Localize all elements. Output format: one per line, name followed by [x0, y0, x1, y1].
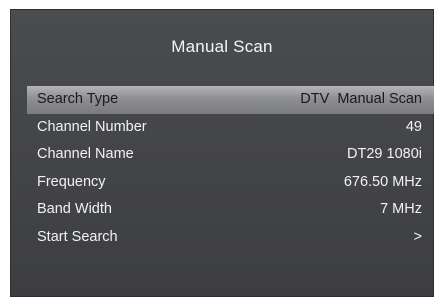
manual-scan-panel: Manual Scan Search Type DTV Manual Scan … — [10, 9, 434, 297]
menu-item-frequency[interactable]: Frequency 676.50 MHz — [27, 169, 434, 197]
menu-item-value: DT29 1080i — [347, 146, 422, 162]
menu-item-channel-number[interactable]: Channel Number 49 — [27, 114, 434, 142]
menu-item-channel-name[interactable]: Channel Name DT29 1080i — [27, 141, 434, 169]
menu-item-start-search[interactable]: Start Search > — [27, 224, 434, 252]
menu-item-label: Search Type — [37, 91, 119, 107]
menu-item-value: DTV Manual Scan — [300, 91, 422, 107]
menu-item-value: 676.50 MHz — [343, 173, 422, 190]
menu-item-band-width[interactable]: Band Width 7 MHz — [27, 196, 434, 224]
panel-title: Manual Scan — [171, 37, 273, 56]
chevron-right-icon: > — [413, 228, 422, 245]
menu-item-label: Channel Name — [37, 146, 134, 162]
menu-item-label: Frequency — [37, 173, 106, 190]
menu-item-label: Band Width — [37, 201, 112, 217]
menu-list: Search Type DTV Manual Scan Channel Numb… — [27, 86, 434, 251]
menu-item-value: 49 — [405, 118, 422, 135]
menu-item-label: Start Search — [37, 228, 118, 245]
menu-item-value: 7 MHz — [380, 201, 422, 217]
menu-item-label: Channel Number — [37, 118, 147, 135]
menu-item-search-type[interactable]: Search Type DTV Manual Scan — [27, 86, 434, 114]
